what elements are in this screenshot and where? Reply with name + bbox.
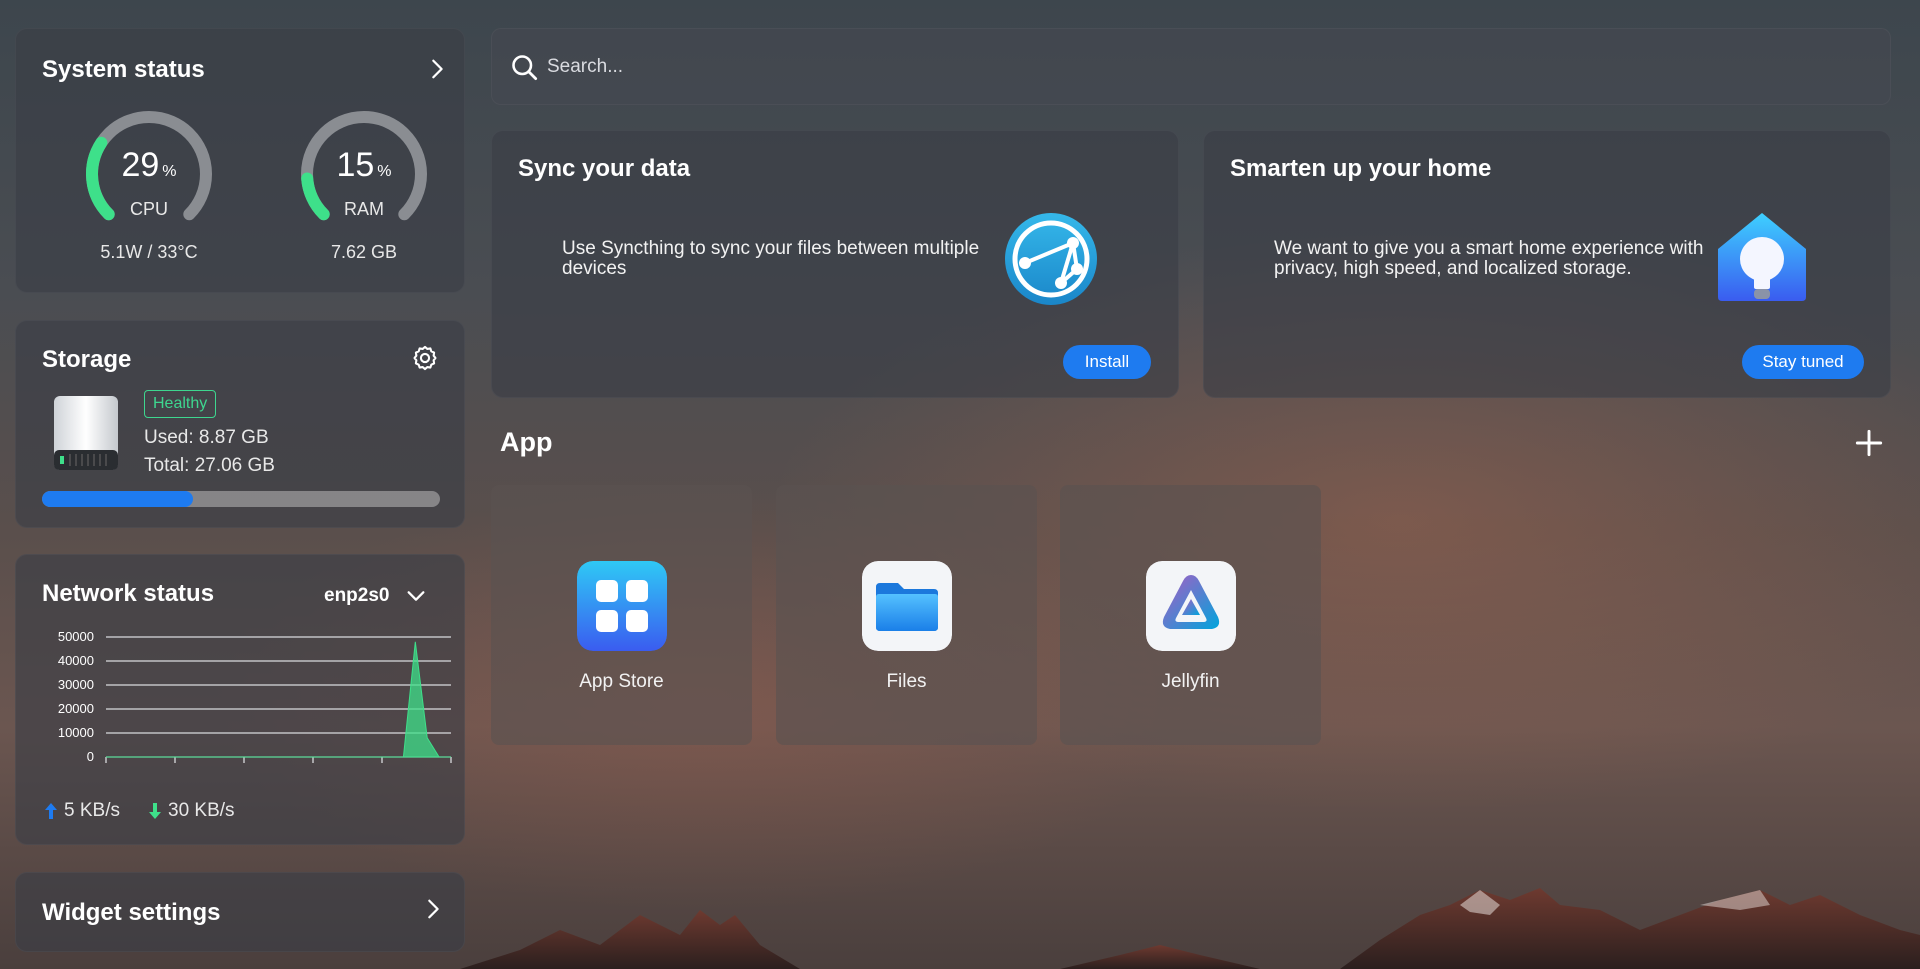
- chart-y-tick-label: 50000: [58, 629, 94, 644]
- chevron-down-icon[interactable]: [405, 585, 427, 607]
- smart-home-bulb-icon: [1718, 213, 1806, 301]
- ram-value: 15%: [336, 146, 392, 184]
- storage-total: Total: 27.06 GB: [144, 455, 275, 476]
- hard-drive-icon: [54, 396, 118, 470]
- chevron-right-icon[interactable]: [426, 58, 448, 80]
- promo-card-smart-home: Smarten up your home We want to give you…: [1203, 130, 1891, 398]
- app-name: Jellyfin: [1161, 671, 1220, 692]
- app-section-title: App: [500, 427, 553, 457]
- app-name: App Store: [579, 671, 664, 692]
- arrow-up-icon: [45, 803, 57, 819]
- syncthing-icon: [1005, 213, 1097, 305]
- system-status-card: System status 29% CPU 5.1W / 33°C 15% RA…: [15, 28, 465, 293]
- promo-title: Sync your data: [518, 155, 691, 182]
- chart-y-tick-label: 10000: [58, 725, 94, 740]
- download-speed-value: 30 KB/s: [168, 800, 235, 821]
- ram-used: 7.62 GB: [330, 242, 398, 262]
- download-speed: 30 KB/s: [148, 800, 235, 822]
- promo-description: We want to give you a smart home experie…: [1274, 238, 1704, 279]
- folder-icon: [862, 561, 952, 651]
- cpu-value: 29%: [121, 146, 177, 184]
- promo-title: Smarten up your home: [1230, 155, 1492, 182]
- storage-progress-fill: [42, 491, 194, 507]
- gear-icon[interactable]: [411, 344, 439, 372]
- promo-card-sync: Sync your data Use Syncthing to sync you…: [491, 130, 1179, 398]
- chart-y-tick-label: 30000: [58, 677, 94, 692]
- cpu-power-temp: 5.1W / 33°C: [100, 242, 198, 262]
- ram-gauge: 15% RAM: [294, 104, 434, 224]
- widget-settings-card[interactable]: Widget settings: [15, 872, 465, 952]
- status-badge: Healthy: [144, 390, 217, 418]
- search-icon: [512, 55, 538, 81]
- widget-settings-title: Widget settings: [42, 899, 221, 926]
- interface-select[interactable]: enp2s0: [324, 585, 389, 607]
- stay-tuned-button[interactable]: Stay tuned: [1742, 345, 1864, 379]
- app-tile-jellyfin[interactable]: Jellyfin: [1060, 485, 1321, 745]
- storage-card: Storage Healthy Used: 8.87 GB Total: 27.…: [15, 320, 465, 528]
- system-status-title: System status: [42, 56, 205, 83]
- chart-y-tick-label: 40000: [58, 653, 94, 668]
- network-status-title: Network status: [42, 580, 215, 607]
- app-tile-files[interactable]: Files: [776, 485, 1037, 745]
- search-bar: [491, 28, 1891, 105]
- storage-title: Storage: [42, 346, 132, 373]
- app-name: Files: [886, 671, 927, 692]
- upload-speed-value: 5 KB/s: [64, 800, 120, 821]
- add-app-icon[interactable]: [1855, 429, 1883, 457]
- app-tile-app-store[interactable]: App Store: [491, 485, 752, 745]
- chart-series-area: [106, 641, 451, 758]
- network-chart: 50000 40000 30000 20000 10000 0: [58, 629, 452, 764]
- chart-y-tick-label: 20000: [58, 701, 94, 716]
- storage-progress-bar: [42, 491, 440, 507]
- chart-y-tick-label: 0: [87, 749, 94, 764]
- app-store-icon: [577, 561, 667, 651]
- search-input[interactable]: [547, 47, 1847, 87]
- install-button[interactable]: Install: [1063, 345, 1151, 379]
- upload-speed: 5 KB/s: [44, 800, 120, 822]
- jellyfin-icon: [1146, 561, 1236, 651]
- cpu-label: CPU: [129, 199, 168, 219]
- cpu-gauge: 29% CPU: [79, 104, 219, 224]
- network-status-card: Network status enp2s0 50000 40000 30000 200…: [15, 554, 465, 845]
- promo-description: Use Syncthing to sync your files between…: [562, 238, 980, 279]
- ram-label: RAM: [344, 199, 384, 219]
- storage-used: Used: 8.87 GB: [144, 427, 269, 448]
- arrow-down-icon: [149, 803, 161, 819]
- chevron-right-icon[interactable]: [422, 898, 444, 920]
